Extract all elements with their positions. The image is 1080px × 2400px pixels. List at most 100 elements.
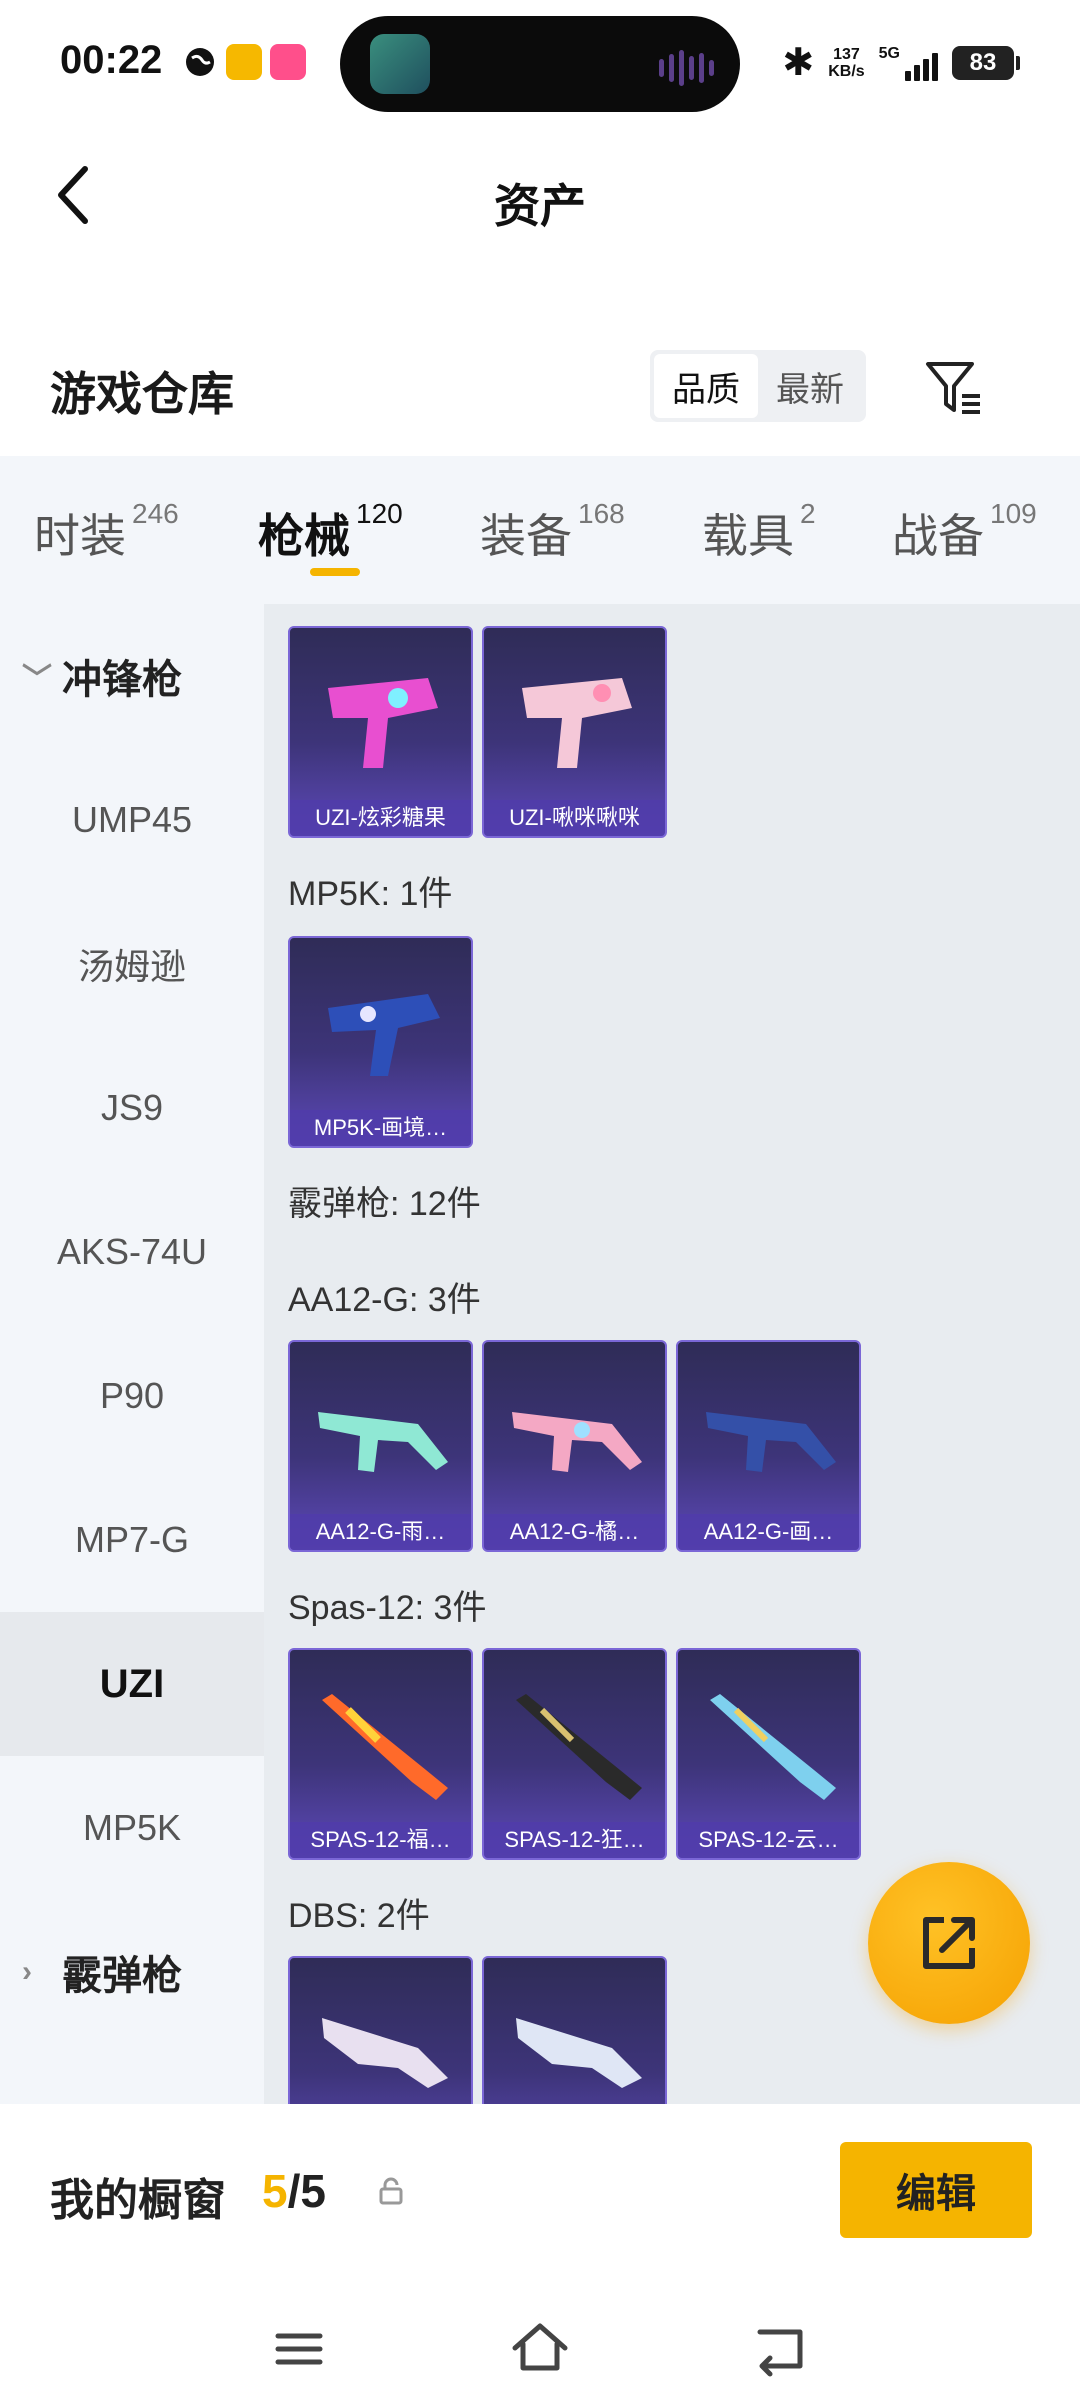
spas12-skin-image bbox=[516, 1694, 642, 1800]
status-right-icons: ✱ 137 KB/s 5G 83 bbox=[782, 40, 1020, 85]
lock-icon bbox=[379, 2177, 403, 2205]
active-tab-indicator bbox=[310, 568, 360, 576]
skin-card[interactable]: AA12-G-雨… bbox=[288, 1340, 473, 1552]
tab-label: 战备 bbox=[892, 510, 984, 562]
sort-quality-button[interactable]: 品质 bbox=[654, 354, 758, 418]
chevron-down-icon: ﹀ bbox=[22, 663, 52, 696]
skin-card-name: UZI-炫彩糖果 bbox=[290, 800, 471, 836]
dynamic-island[interactable] bbox=[340, 16, 740, 112]
showcase-current: 5 bbox=[262, 2165, 288, 2217]
sidebar-group-label: 冲锋枪 bbox=[62, 658, 182, 702]
tab-combat-gear[interactable]: 战备 109 bbox=[892, 498, 1037, 566]
sidebar-item-aks74u[interactable]: AKS-74U bbox=[0, 1180, 264, 1324]
net-speed: 137 KB/s bbox=[828, 46, 864, 80]
skin-card-name: UZI-啾咪啾咪 bbox=[484, 800, 665, 836]
sidebar-item-uzi[interactable]: UZI bbox=[0, 1612, 264, 1756]
sort-toggle: 品质 最新 bbox=[650, 350, 866, 422]
showcase-bar: 我的橱窗 5/5 编辑 bbox=[0, 2104, 1080, 2304]
system-nav-bar bbox=[0, 2304, 1080, 2400]
sort-newest-button[interactable]: 最新 bbox=[758, 354, 862, 418]
tab-count: 120 bbox=[356, 498, 403, 529]
tab-label: 装备 bbox=[480, 510, 572, 562]
uzi-skin-image bbox=[522, 678, 632, 768]
skin-card-name: SPAS-12-狂… bbox=[484, 1822, 665, 1858]
skin-card[interactable]: UZI-啾咪啾咪 bbox=[482, 626, 667, 838]
filter-icon[interactable] bbox=[922, 356, 986, 420]
showcase-total: /5 bbox=[287, 2165, 326, 2217]
sidebar-item-mp7g[interactable]: MP7-G bbox=[0, 1468, 264, 1612]
battery-level: 83 bbox=[952, 45, 1014, 80]
home-icon[interactable] bbox=[505, 2314, 575, 2384]
header: 资产 bbox=[0, 130, 1080, 260]
tab-label: 载具 bbox=[702, 510, 794, 562]
skin-card-name: MP5K-画境… bbox=[290, 1110, 471, 1146]
skin-card-name: AA12-G-橘… bbox=[484, 1514, 665, 1550]
external-link-icon bbox=[923, 1917, 975, 1969]
app-notification-icon bbox=[226, 44, 262, 80]
net-speed-value: 137 bbox=[833, 45, 860, 63]
battery-icon: 83 bbox=[952, 45, 1020, 80]
sidebar-group-smg[interactable]: ﹀ 冲锋枪 bbox=[0, 604, 264, 748]
chevron-right-icon: › bbox=[22, 1955, 32, 1988]
skin-card[interactable]: AA12-G-橘… bbox=[482, 1340, 667, 1552]
network-type: 5G bbox=[878, 44, 900, 62]
spas12-skin-image bbox=[710, 1694, 836, 1800]
bluetooth-icon: ✱ bbox=[782, 42, 815, 84]
status-bar: 00:22 ✱ 137 KB/s 5G 83 bbox=[0, 0, 1080, 130]
sidebar-item-js9[interactable]: JS9 bbox=[0, 1036, 264, 1180]
audio-wave-icon bbox=[659, 50, 714, 86]
sidebar-item-ump45[interactable]: UMP45 bbox=[0, 748, 264, 892]
signal-icon: 5G bbox=[879, 45, 938, 81]
tab-equipment[interactable]: 装备 168 bbox=[480, 498, 625, 566]
dbs-skin-image bbox=[516, 2018, 642, 2088]
status-time: 00:22 bbox=[60, 38, 163, 82]
sidebar-item-mp5k[interactable]: MP5K bbox=[0, 1756, 264, 1900]
skin-card[interactable] bbox=[288, 1956, 473, 2104]
sidebar-item-thompson[interactable]: 汤姆逊 bbox=[0, 892, 264, 1036]
showcase-label: 我的橱窗 bbox=[50, 2176, 226, 2225]
skin-card[interactable]: UZI-炫彩糖果 bbox=[288, 626, 473, 838]
skin-card[interactable]: MP5K-画境… bbox=[288, 936, 473, 1148]
menu-icon[interactable] bbox=[264, 2314, 334, 2384]
page-title: 资产 bbox=[494, 180, 586, 232]
skin-card[interactable]: SPAS-12-福… bbox=[288, 1648, 473, 1860]
tab-vehicles[interactable]: 载具 2 bbox=[702, 498, 816, 566]
tab-count: 246 bbox=[132, 498, 179, 529]
group-label-aa12: AA12-G: 3件 bbox=[288, 1281, 481, 1319]
tab-count: 109 bbox=[990, 498, 1037, 529]
tab-firearms[interactable]: 枪械 120 bbox=[258, 498, 403, 566]
group-label-dbs: DBS: 2件 bbox=[288, 1897, 430, 1935]
dbs-skin-image bbox=[322, 2018, 448, 2088]
section-title: 游戏仓库 bbox=[50, 368, 234, 420]
skin-card[interactable]: SPAS-12-狂… bbox=[482, 1648, 667, 1860]
edit-button[interactable]: 编辑 bbox=[840, 2142, 1032, 2238]
tab-outfit[interactable]: 时装 246 bbox=[34, 498, 179, 566]
aa12-skin-image bbox=[318, 1412, 448, 1472]
aa12-skin-image bbox=[706, 1412, 836, 1472]
weapon-type-sidebar: ﹀ 冲锋枪 UMP45 汤姆逊 JS9 AKS-74U P90 MP7-G UZ… bbox=[0, 604, 264, 2104]
group-label-spas12: Spas-12: 3件 bbox=[288, 1589, 487, 1627]
skin-card[interactable]: AA12-G-画… bbox=[676, 1340, 861, 1552]
skin-card-name: SPAS-12-云… bbox=[678, 1822, 859, 1858]
skin-card[interactable]: SPAS-12-云… bbox=[676, 1648, 861, 1860]
tab-label: 枪械 bbox=[258, 510, 350, 562]
skin-card-name: AA12-G-画… bbox=[678, 1514, 859, 1550]
uzi-skin-image bbox=[328, 678, 438, 768]
net-speed-unit: KB/s bbox=[828, 62, 865, 80]
skin-card-name: AA12-G-雨… bbox=[290, 1514, 471, 1550]
sidebar-group-label: 霰弹枪 bbox=[62, 1954, 182, 1998]
share-fab-button[interactable] bbox=[868, 1862, 1030, 2024]
aa12-skin-image bbox=[512, 1412, 642, 1472]
group-label-mp5k: MP5K: 1件 bbox=[288, 875, 453, 913]
group-label-shotgun: 霰弹枪: 12件 bbox=[288, 1185, 481, 1223]
skin-card[interactable] bbox=[482, 1956, 667, 2104]
tab-count: 168 bbox=[578, 498, 625, 529]
showcase-count: 5/5 bbox=[262, 2164, 326, 2218]
globe-icon bbox=[186, 48, 214, 76]
sidebar-item-p90[interactable]: P90 bbox=[0, 1324, 264, 1468]
spas12-skin-image bbox=[322, 1694, 448, 1800]
back-nav-icon[interactable] bbox=[746, 2314, 816, 2384]
sidebar-group-shotgun[interactable]: › 霰弹枪 bbox=[0, 1900, 264, 2044]
island-app-icon bbox=[370, 34, 430, 94]
mp5k-skin-image bbox=[328, 994, 440, 1076]
